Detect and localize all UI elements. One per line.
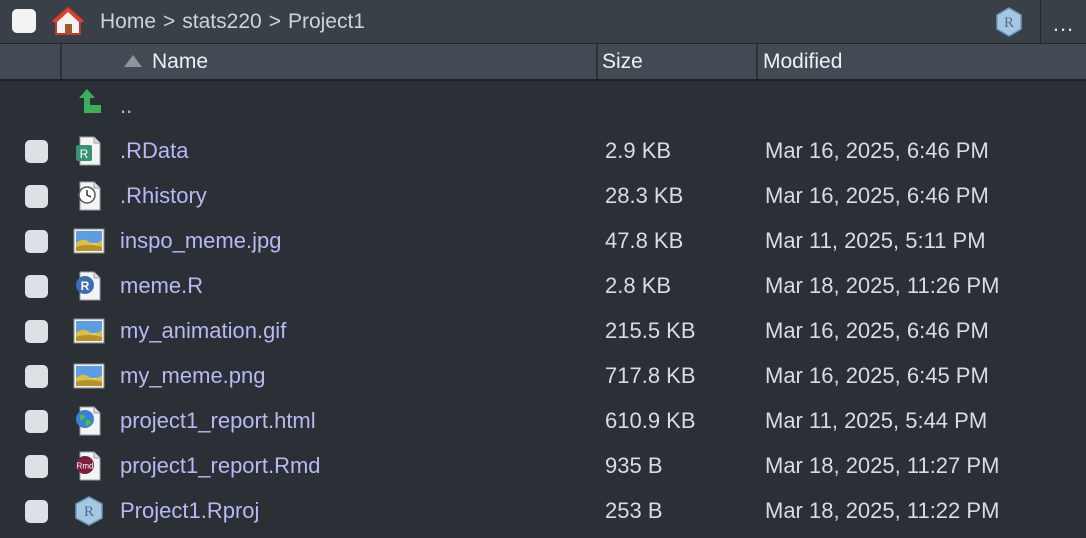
file-row[interactable]: .Rhistory 28.3 KB Mar 16, 2025, 6:46 PM [0,173,1086,218]
file-name-link[interactable]: meme.R [120,263,203,308]
file-row[interactable]: R .RData 2.9 KB Mar 16, 2025, 6:46 PM [0,128,1086,173]
image-file-icon [73,318,105,344]
rdata-file-icon: R [76,136,101,166]
row-checkbox[interactable] [25,500,48,523]
file-name-link[interactable]: project1_report.Rmd [120,443,321,488]
breadcrumb-stats220[interactable]: stats220 [182,10,261,33]
r-script-icon: R [76,271,101,301]
column-divider[interactable] [596,44,598,79]
rmd-file-icon: Rmd [76,451,101,481]
file-modified: Mar 16, 2025, 6:46 PM [765,138,989,163]
breadcrumb-project1[interactable]: Project1 [288,10,365,33]
row-checkbox[interactable] [25,455,48,478]
column-divider[interactable] [756,44,758,79]
image-file-icon [73,363,105,389]
file-size: 2.9 KB [605,138,672,163]
file-row[interactable]: R Project1.Rproj 253 B Mar 18, 2025, 11:… [0,488,1086,533]
column-header: Name Size Modified [0,44,1086,81]
file-modified: Mar 11, 2025, 5:44 PM [765,408,988,433]
file-list: .. R .RData 2.9 KB Mar 16, 2025, 6:46 PM… [0,83,1086,533]
file-size: 47.8 KB [605,228,684,253]
row-checkbox[interactable] [25,185,48,208]
rproj-go-to-project-icon[interactable]: R [994,7,1024,37]
file-name-link[interactable]: project1_report.html [120,398,316,443]
breadcrumb-separator: > [163,10,176,33]
rproj-file-icon: R [75,496,103,526]
file-name-link[interactable]: my_animation.gif [120,308,286,353]
file-row[interactable]: R meme.R 2.8 KB Mar 18, 2025, 11:26 PM [0,263,1086,308]
file-modified: Mar 18, 2025, 11:22 PM [765,498,1000,523]
file-size: 717.8 KB [605,363,696,388]
file-name-link[interactable]: Project1.Rproj [120,488,259,533]
rproj-icon-letter: R [1004,15,1014,31]
file-modified: Mar 16, 2025, 6:46 PM [765,318,989,343]
file-row[interactable]: inspo_meme.jpg 47.8 KB Mar 11, 2025, 5:1… [0,218,1086,263]
html-file-icon [76,406,101,436]
name-column-header[interactable]: Name [152,44,208,79]
row-checkbox[interactable] [25,275,48,298]
file-size: 935 B [605,453,663,478]
rdata-icon-letter: R [80,147,89,161]
row-checkbox[interactable] [25,410,48,433]
file-size: 2.8 KB [605,273,672,298]
row-checkbox[interactable] [25,320,48,343]
home-icon[interactable] [52,6,84,36]
file-row[interactable]: project1_report.html 610.9 KB Mar 11, 20… [0,398,1086,443]
file-modified: Mar 18, 2025, 11:27 PM [765,453,1000,478]
file-size: 253 B [605,498,663,523]
file-size: 215.5 KB [605,318,696,343]
up-arrow-icon [79,89,101,113]
file-size: 610.9 KB [605,408,696,433]
file-modified: Mar 18, 2025, 11:26 PM [765,273,1000,298]
file-modified: Mar 16, 2025, 6:46 PM [765,183,989,208]
file-name-link[interactable]: my_meme.png [120,353,266,398]
row-checkbox[interactable] [25,365,48,388]
size-column-header[interactable]: Size [602,44,643,79]
row-checkbox[interactable] [25,140,48,163]
breadcrumb-home[interactable]: Home [100,10,156,33]
file-row[interactable]: my_animation.gif 215.5 KB Mar 16, 2025, … [0,308,1086,353]
modified-column-header[interactable]: Modified [763,44,842,79]
image-file-icon [73,228,105,254]
file-modified: Mar 11, 2025, 5:11 PM [765,228,986,253]
breadcrumb-separator: > [268,10,281,33]
file-modified: Mar 16, 2025, 6:45 PM [765,363,989,388]
path-bar: Home > stats220 > Project1 R ... [0,0,1086,44]
file-size: 28.3 KB [605,183,684,208]
more-options-button[interactable]: ... [1041,0,1086,44]
file-name-link[interactable]: .RData [120,128,188,173]
breadcrumb: Home > stats220 > Project1 [100,0,365,44]
file-row[interactable]: my_meme.png 717.8 KB Mar 16, 2025, 6:45 … [0,353,1086,398]
parent-directory-row[interactable]: .. [0,83,1086,128]
parent-directory-link[interactable]: .. [120,83,132,128]
select-all-checkbox[interactable] [12,9,36,33]
rmd-icon-label: Rmd [77,462,94,471]
sort-ascending-icon [124,55,142,67]
rproj-file-icon-letter: R [84,504,94,520]
history-file-icon [78,181,101,211]
row-checkbox[interactable] [25,230,48,253]
file-name-link[interactable]: .Rhistory [120,173,207,218]
file-name-link[interactable]: inspo_meme.jpg [120,218,281,263]
r-script-icon-letter: R [81,279,90,293]
column-divider [60,44,62,79]
file-row[interactable]: Rmd project1_report.Rmd 935 B Mar 18, 20… [0,443,1086,488]
